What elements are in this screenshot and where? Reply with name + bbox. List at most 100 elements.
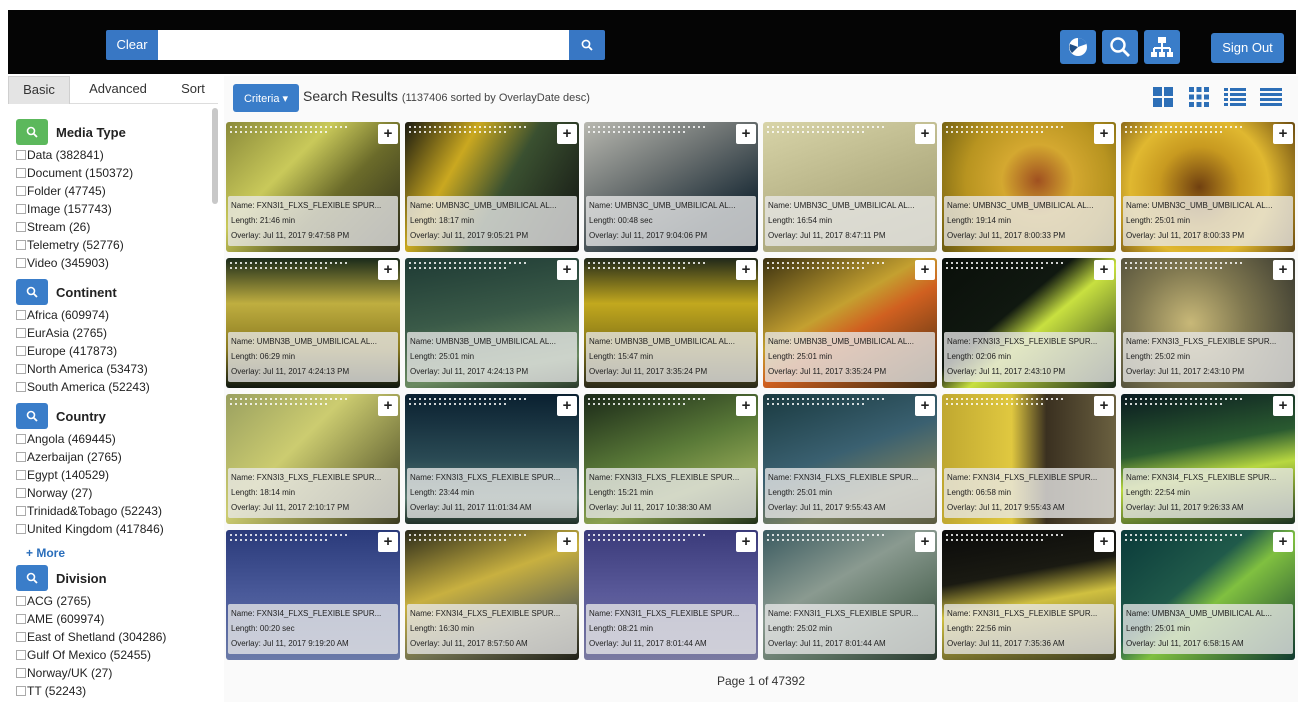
facet-option[interactable]: Trinidad&Tobago (52243) xyxy=(16,502,206,520)
add-to-collection-button[interactable]: + xyxy=(736,396,756,416)
facet-option[interactable]: Europe (417873) xyxy=(16,342,206,360)
facet-option[interactable]: Folder (47745) xyxy=(16,182,206,200)
add-to-collection-button[interactable]: + xyxy=(1273,532,1293,552)
facet-checkbox[interactable] xyxy=(16,382,26,392)
hierarchy-button[interactable] xyxy=(1144,30,1180,64)
facet-option[interactable]: East of Shetland (304286) xyxy=(16,628,206,646)
tab-advanced[interactable]: Advanced xyxy=(74,76,162,104)
add-to-collection-button[interactable]: + xyxy=(915,124,935,144)
video-thumbnail-tile[interactable]: + Name: FXN3I3_FLXS_FLEXIBLE SPUR... Lengt… xyxy=(942,258,1116,388)
video-thumbnail-tile[interactable]: + Name: FXN3I4_FLXS_FLEXIBLE SPUR... Lengt… xyxy=(405,530,579,660)
more-countries-link[interactable]: + More xyxy=(26,546,65,560)
video-thumbnail-tile[interactable]: + Name: UMBN3B_UMB_UMBILICAL AL... Length:… xyxy=(226,258,400,388)
video-thumbnail-tile[interactable]: + Name: FXN3I1_FLXS_FLEXIBLE SPUR... Lengt… xyxy=(763,530,937,660)
video-thumbnail-tile[interactable]: + Name: FXN3I3_FLXS_FLEXIBLE SPUR... Lengt… xyxy=(584,394,758,524)
facet-checkbox[interactable] xyxy=(16,686,26,696)
facet-checkbox[interactable] xyxy=(16,506,26,516)
view-small-grid-button[interactable] xyxy=(1188,86,1210,108)
add-to-collection-button[interactable]: + xyxy=(1273,260,1293,280)
facet-checkbox[interactable] xyxy=(16,186,26,196)
facet-checkbox[interactable] xyxy=(16,632,26,642)
view-compact-list-button[interactable] xyxy=(1260,86,1282,108)
facet-checkbox[interactable] xyxy=(16,470,26,480)
facet-option[interactable]: United Kingdom (417846) xyxy=(16,520,206,538)
facet-checkbox[interactable] xyxy=(16,364,26,374)
video-thumbnail-tile[interactable]: + Name: UMBN3C_UMB_UMBILICAL AL... Length:… xyxy=(763,122,937,252)
facet-option[interactable]: Norway/UK (27) xyxy=(16,664,206,682)
facet-checkbox[interactable] xyxy=(16,328,26,338)
facet-checkbox[interactable] xyxy=(16,310,26,320)
add-to-collection-button[interactable]: + xyxy=(1094,532,1114,552)
tab-sort[interactable]: Sort xyxy=(168,76,218,104)
facet-option[interactable]: Azerbaijan (2765) xyxy=(16,448,206,466)
sidebar-scrollbar[interactable] xyxy=(212,108,218,204)
add-to-collection-button[interactable]: + xyxy=(1094,124,1114,144)
facet-checkbox[interactable] xyxy=(16,650,26,660)
facet-search-button[interactable] xyxy=(16,565,48,591)
facet-checkbox[interactable] xyxy=(16,614,26,624)
facet-option[interactable]: Data (382841) xyxy=(16,146,206,164)
facet-option[interactable]: ACG (2765) xyxy=(16,592,206,610)
facet-search-button[interactable] xyxy=(16,119,48,145)
add-to-collection-button[interactable]: + xyxy=(557,260,577,280)
add-to-collection-button[interactable]: + xyxy=(736,532,756,552)
video-thumbnail-tile[interactable]: + Name: UMBN3B_UMB_UMBILICAL AL... Length:… xyxy=(763,258,937,388)
search-input[interactable] xyxy=(158,30,569,60)
facet-option[interactable]: Norway (27) xyxy=(16,484,206,502)
facet-checkbox[interactable] xyxy=(16,258,26,268)
video-thumbnail-tile[interactable]: + Name: UMBN3B_UMB_UMBILICAL AL... Length:… xyxy=(405,258,579,388)
add-to-collection-button[interactable]: + xyxy=(378,260,398,280)
facet-option[interactable]: Africa (609974) xyxy=(16,306,206,324)
facet-option[interactable]: South America (52243) xyxy=(16,378,206,396)
add-to-collection-button[interactable]: + xyxy=(557,532,577,552)
facet-option[interactable]: TT (52243) xyxy=(16,682,206,700)
video-thumbnail-tile[interactable]: + Name: UMBN3C_UMB_UMBILICAL AL... Length:… xyxy=(942,122,1116,252)
facet-option[interactable]: Telemetry (52776) xyxy=(16,236,206,254)
sign-out-button[interactable]: Sign Out xyxy=(1211,33,1284,63)
add-to-collection-button[interactable]: + xyxy=(378,396,398,416)
facet-option[interactable]: Egypt (140529) xyxy=(16,466,206,484)
video-thumbnail-tile[interactable]: + Name: FXN3I1_FLXS_FLEXIBLE SPUR... Lengt… xyxy=(942,530,1116,660)
video-thumbnail-tile[interactable]: + Name: FXN3I1_FLXS_FLEXIBLE SPUR... Lengt… xyxy=(584,530,758,660)
criteria-dropdown[interactable]: Criteria ▾ xyxy=(233,84,299,112)
facet-checkbox[interactable] xyxy=(16,168,26,178)
add-to-collection-button[interactable]: + xyxy=(378,124,398,144)
facet-option[interactable]: Image (157743) xyxy=(16,200,206,218)
video-thumbnail-tile[interactable]: + Name: UMBN3C_UMB_UMBILICAL AL... Length:… xyxy=(584,122,758,252)
facet-option[interactable]: North America (53473) xyxy=(16,360,206,378)
add-to-collection-button[interactable]: + xyxy=(378,532,398,552)
facet-checkbox[interactable] xyxy=(16,150,26,160)
global-search-button[interactable] xyxy=(1102,30,1138,64)
facet-option[interactable]: Stream (26) xyxy=(16,218,206,236)
search-submit-button[interactable] xyxy=(569,30,605,60)
facet-option[interactable]: Angola (469445) xyxy=(16,430,206,448)
add-to-collection-button[interactable]: + xyxy=(1094,396,1114,416)
facet-option[interactable]: EurAsia (2765) xyxy=(16,324,206,342)
facet-checkbox[interactable] xyxy=(16,222,26,232)
video-thumbnail-tile[interactable]: + Name: FXN3I4_FLXS_FLEXIBLE SPUR... Lengt… xyxy=(1121,394,1295,524)
facet-checkbox[interactable] xyxy=(16,488,26,498)
video-thumbnail-tile[interactable]: + Name: UMBN3C_UMB_UMBILICAL AL... Length:… xyxy=(405,122,579,252)
facet-checkbox[interactable] xyxy=(16,596,26,606)
video-thumbnail-tile[interactable]: + Name: FXN3I4_FLXS_FLEXIBLE SPUR... Lengt… xyxy=(226,530,400,660)
facet-checkbox[interactable] xyxy=(16,240,26,250)
add-to-collection-button[interactable]: + xyxy=(915,260,935,280)
add-to-collection-button[interactable]: + xyxy=(557,396,577,416)
add-to-collection-button[interactable]: + xyxy=(557,124,577,144)
video-thumbnail-tile[interactable]: + Name: UMBN3B_UMB_UMBILICAL AL... Length:… xyxy=(584,258,758,388)
video-thumbnail-tile[interactable]: + Name: FXN3I3_FLXS_FLEXIBLE SPUR... Lengt… xyxy=(226,394,400,524)
facet-checkbox[interactable] xyxy=(16,524,26,534)
add-to-collection-button[interactable]: + xyxy=(1094,260,1114,280)
facet-search-button[interactable] xyxy=(16,403,48,429)
video-thumbnail-tile[interactable]: + Name: FXN3I4_FLXS_FLEXIBLE SPUR... Lengt… xyxy=(942,394,1116,524)
add-to-collection-button[interactable]: + xyxy=(915,532,935,552)
facet-checkbox[interactable] xyxy=(16,204,26,214)
facet-option[interactable]: Gulf Of Mexico (52455) xyxy=(16,646,206,664)
video-thumbnail-tile[interactable]: + Name: FXN3I4_FLXS_FLEXIBLE SPUR... Lengt… xyxy=(763,394,937,524)
add-to-collection-button[interactable]: + xyxy=(1273,124,1293,144)
facet-checkbox[interactable] xyxy=(16,452,26,462)
facet-checkbox[interactable] xyxy=(16,346,26,356)
add-to-collection-button[interactable]: + xyxy=(736,124,756,144)
tab-basic[interactable]: Basic xyxy=(8,76,70,104)
video-thumbnail-tile[interactable]: + Name: UMBN3A_UMB_UMBILICAL AL... Length:… xyxy=(1121,530,1295,660)
